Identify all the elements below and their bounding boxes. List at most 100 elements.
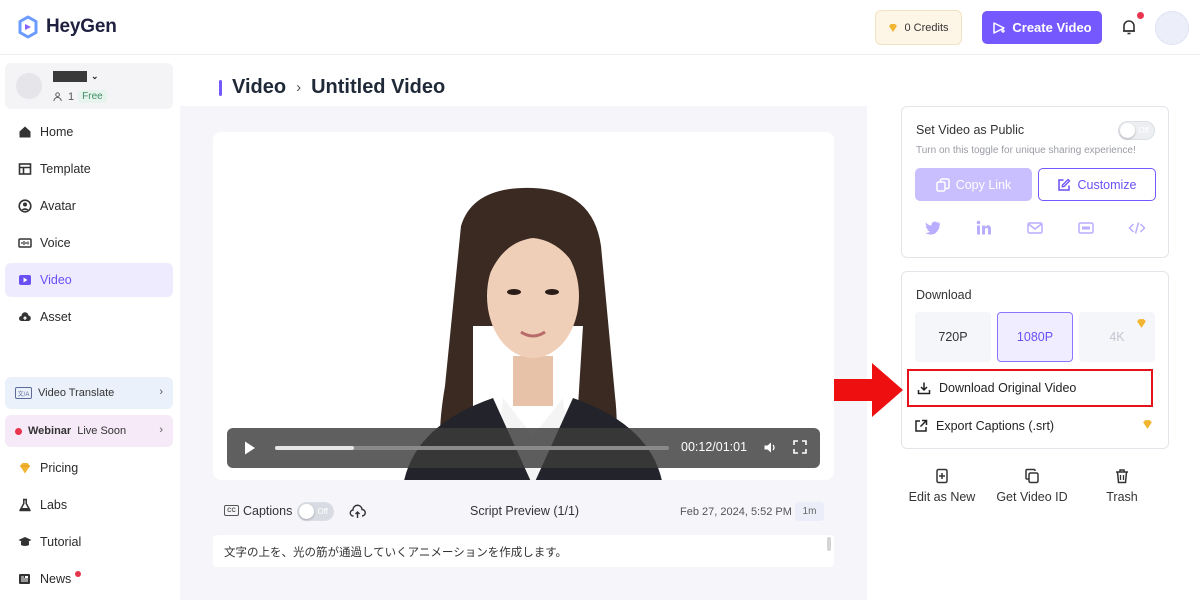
members-icon: [53, 92, 62, 102]
edit-as-new-button[interactable]: Edit as New: [902, 468, 982, 504]
twitter-icon[interactable]: [924, 219, 942, 237]
script-text: 文字の上を、光の筋が通過していくアニメーションを作成します。: [224, 547, 568, 559]
trash-icon: [1116, 469, 1128, 484]
get-video-id-button[interactable]: Get Video ID: [992, 468, 1072, 504]
video-progress-bar[interactable]: [275, 446, 669, 450]
resolution-1080p[interactable]: 1080P: [997, 312, 1073, 362]
avatar-icon: [18, 199, 32, 213]
external-link-icon: [915, 419, 928, 432]
promo-label-bold: Webinar: [28, 425, 72, 437]
video-icon: [19, 275, 31, 285]
sidebar-item-label: Home: [40, 125, 74, 139]
breadcrumb-root[interactable]: Video: [232, 76, 286, 99]
embed-code-icon[interactable]: [1128, 219, 1146, 237]
redacted-name: [53, 71, 87, 82]
caption-row: CC Captions Off Script Preview (1/1) Feb…: [224, 500, 824, 524]
workspace-switcher[interactable]: ⌄ 1 Free: [5, 63, 173, 109]
customize-button[interactable]: Customize: [1038, 168, 1156, 201]
webinar-promo[interactable]: Webinar Live Soon ›: [5, 415, 173, 447]
get-video-id-label: Get Video ID: [996, 490, 1068, 504]
linkedin-icon[interactable]: [975, 219, 993, 237]
video-player[interactable]: 00:12/01:01: [213, 132, 834, 480]
workspace-avatar: [16, 73, 42, 99]
edit-as-new-label: Edit as New: [908, 490, 976, 504]
video-translate-promo[interactable]: 文/A Video Translate ›: [5, 377, 173, 409]
workspace-meta: 1 Free: [53, 90, 107, 103]
trash-button[interactable]: Trash: [1082, 468, 1162, 504]
fullscreen-icon[interactable]: [793, 440, 807, 454]
sidebar-item-video[interactable]: Video: [5, 263, 173, 297]
breadcrumb: Video › Untitled Video: [219, 76, 445, 99]
copy-icon: [935, 177, 950, 192]
app-name: HeyGen: [46, 16, 117, 37]
toggle-label: Off: [1138, 126, 1149, 135]
toggle-knob: [1120, 123, 1135, 138]
volume-icon[interactable]: [763, 440, 778, 455]
download-title: Download: [916, 288, 972, 302]
sidebar-item-asset[interactable]: Asset: [5, 300, 173, 334]
export-captions-button[interactable]: Export Captions (.srt): [914, 416, 1158, 436]
sidebar-item-template[interactable]: Template: [5, 152, 173, 186]
red-arrow-annotation: [834, 363, 903, 417]
logo[interactable]: HeyGen: [16, 15, 117, 39]
gem-icon: [20, 463, 30, 474]
play-icon[interactable]: [243, 440, 257, 456]
promo-label: Video Translate: [38, 387, 115, 399]
share-title: Set Video as Public: [916, 123, 1025, 137]
flask-icon: [19, 498, 31, 512]
duration-badge: 1m: [795, 502, 824, 521]
sidebar-item-home[interactable]: Home: [5, 115, 173, 149]
mail-icon[interactable]: [1026, 219, 1044, 237]
top-bar: HeyGen 0 Credits Create Video: [0, 0, 1200, 55]
video-controls: 00:12/01:01: [227, 428, 820, 468]
credits-button[interactable]: 0 Credits: [875, 10, 962, 45]
sidebar-item-voice[interactable]: Voice: [5, 226, 173, 260]
chevron-right-icon: ›: [159, 424, 163, 436]
sidebar-item-news[interactable]: News: [5, 562, 173, 596]
sidebar-item-avatar[interactable]: Avatar: [5, 189, 173, 223]
export-captions-label: Export Captions (.srt): [936, 419, 1055, 433]
resolution-label: 4K: [1109, 330, 1125, 344]
resolution-label: 1080P: [1016, 330, 1054, 344]
bell-icon[interactable]: [1119, 17, 1139, 37]
resolution-4k[interactable]: 4K: [1079, 312, 1155, 362]
download-original-video-button[interactable]: Download Original Video: [907, 369, 1153, 407]
premium-gem-icon: [1137, 319, 1146, 328]
translate-icon: 文/A: [15, 387, 32, 399]
public-toggle[interactable]: Off: [1118, 121, 1155, 140]
premium-gem-icon: [1143, 420, 1152, 429]
toggle-knob: [299, 504, 314, 519]
home-icon: [19, 126, 31, 138]
voice-icon: [18, 238, 32, 248]
user-avatar[interactable]: [1155, 11, 1189, 45]
video-time: 00:12/01:01: [681, 440, 748, 454]
sidebar-item-tutorial[interactable]: Tutorial: [5, 525, 173, 559]
create-video-button[interactable]: Create Video: [982, 11, 1102, 44]
credits-label: 0 Credits: [904, 21, 949, 34]
workspace-name: ⌄: [53, 71, 99, 82]
sidebar-item-pricing[interactable]: Pricing: [5, 451, 173, 485]
sidebar-item-labs[interactable]: Labs: [5, 488, 173, 522]
live-dot-icon: [15, 427, 22, 435]
created-date: Feb 27, 2024, 5:52 PM: [680, 506, 792, 518]
resolution-720p[interactable]: 720P: [915, 312, 991, 362]
chevron-down-icon: ⌄: [91, 71, 99, 81]
gif-icon[interactable]: [1077, 219, 1095, 237]
copy-link-label: Copy Link: [955, 177, 1012, 192]
copy-link-button[interactable]: Copy Link: [915, 168, 1032, 201]
script-preview-label: Script Preview (1/1): [470, 504, 580, 518]
script-scrollbar[interactable]: [827, 537, 831, 551]
edit-icon: [1058, 178, 1071, 191]
graduation-cap-icon: [18, 537, 32, 546]
create-video-icon: [993, 21, 1006, 34]
captions-label: Captions: [243, 504, 293, 518]
news-badge-dot: [75, 571, 82, 577]
upload-cloud-icon[interactable]: [349, 503, 366, 520]
sidebar-item-label: Labs: [40, 498, 68, 512]
sidebar-item-label: Tutorial: [40, 535, 82, 549]
create-video-label: Create Video: [1012, 20, 1092, 35]
trash-label: Trash: [1106, 490, 1138, 504]
captions-toggle[interactable]: Off: [297, 502, 334, 521]
script-text-box[interactable]: 文字の上を、光の筋が通過していくアニメーションを作成します。: [213, 535, 834, 567]
captions-icon: CC: [224, 505, 239, 516]
